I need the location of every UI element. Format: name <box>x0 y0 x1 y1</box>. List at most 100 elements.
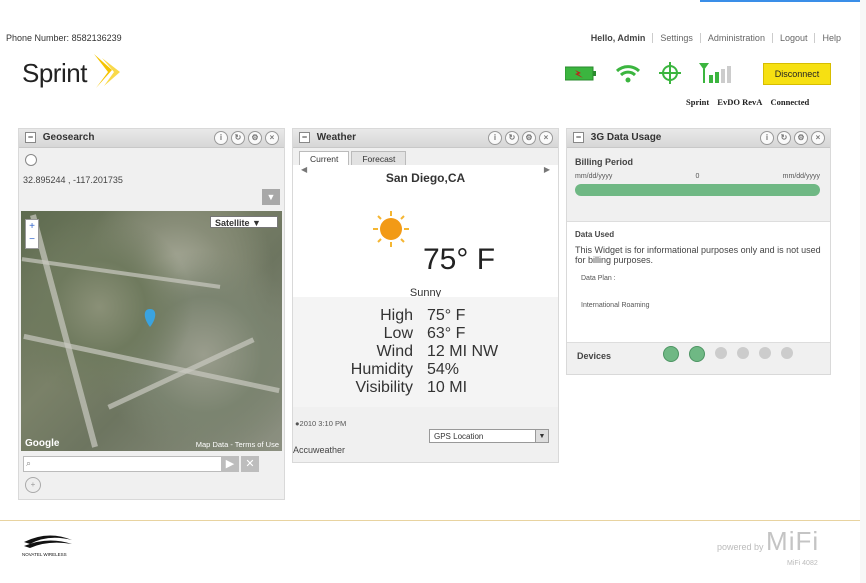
location-pin-icon[interactable] <box>143 309 157 327</box>
settings-icon[interactable]: ⚙ <box>794 131 808 145</box>
device-inactive-icon <box>715 347 727 359</box>
city-name: San Diego,CA <box>385 171 466 185</box>
satellite-map[interactable]: + − Satellite ▼ Google Map Data - Terms o… <box>21 211 282 451</box>
minimize-icon[interactable]: − <box>299 131 310 143</box>
geosearch-title: Geosearch <box>42 132 95 143</box>
detail-row: High 75° F <box>380 307 466 324</box>
devices-label: Devices <box>577 351 612 361</box>
roaming-label: International Roaming <box>581 302 650 309</box>
locate-icon[interactable] <box>25 154 37 166</box>
left-logo-text: NOVATEL WIRELESS <box>22 552 67 557</box>
geosearch-header: − Geosearch i ↻ ⚙ × <box>19 129 284 148</box>
logout-link[interactable]: Logout <box>771 33 815 43</box>
next-arrow-icon[interactable]: ▶ <box>544 165 550 174</box>
device-inactive-icon <box>759 347 771 359</box>
carrier-name: Sprint <box>686 97 710 107</box>
data-plan-label: Data Plan : <box>581 275 616 282</box>
minimize-icon[interactable]: − <box>25 131 36 143</box>
detail-row: Low 63° F <box>383 325 466 342</box>
billing-range: mm/dd/yyyy 0 mm/dd/yyyy <box>575 173 820 180</box>
settings-link[interactable]: Settings <box>652 33 700 43</box>
weather-header: − Weather i ↻ ⚙ × <box>293 129 558 148</box>
search-clear-button[interactable]: ✕ <box>241 456 259 472</box>
top-links: Hello, Admin Settings Administration Log… <box>584 33 848 43</box>
close-icon[interactable]: × <box>265 131 279 145</box>
info-icon[interactable]: i <box>760 131 774 145</box>
refresh-icon[interactable]: ↻ <box>231 131 245 145</box>
close-icon[interactable]: × <box>539 131 553 145</box>
temperature: 75° F <box>423 243 496 276</box>
wifi-icon <box>615 65 641 83</box>
prev-arrow-icon[interactable]: ◀ <box>301 165 307 174</box>
refresh-icon[interactable]: ↻ <box>505 131 519 145</box>
device-inactive-icon <box>737 347 749 359</box>
close-icon[interactable]: × <box>811 131 825 145</box>
device-inactive-icon <box>781 347 793 359</box>
search-icon: ⌕ <box>26 458 32 468</box>
detail-row: Visibility 10 MI <box>355 379 468 396</box>
billing-mid: 0 <box>695 173 700 180</box>
location-select-value: GPS Location <box>434 432 484 441</box>
tab-forecast[interactable]: Forecast <box>351 151 407 166</box>
model-number: MiFi 4082 <box>787 560 818 567</box>
search-go-button[interactable]: ▶ <box>221 456 239 472</box>
scrollbar[interactable] <box>860 0 866 583</box>
billing-label: Billing Period <box>575 157 634 167</box>
billing-period: Billing Period mm/dd/yyyy 0 mm/dd/yyyy <box>575 157 820 200</box>
weather-tabs: Current Forecast <box>299 151 408 166</box>
settings-icon[interactable]: ⚙ <box>248 131 262 145</box>
weather-panel: − Weather i ↻ ⚙ × Current Forecast ◀ ▶ S… <box>292 128 559 463</box>
top-accent-bar <box>700 0 866 2</box>
data-usage-panel: − 3G Data Usage i ↻ ⚙ × Billing Period m… <box>566 128 831 375</box>
network-type: EvDO RevA <box>717 97 763 107</box>
map-credit[interactable]: Map Data - Terms of Use <box>196 440 279 449</box>
billing-end: mm/dd/yyyy <box>782 173 820 180</box>
data-used-label: Data Used <box>575 230 615 239</box>
map-type-select[interactable]: Satellite ▼ <box>210 216 278 228</box>
weather-source[interactable]: Accuweather <box>293 445 345 455</box>
novatel-logo: NOVATEL WIRELESS <box>22 535 72 557</box>
google-logo: Google <box>25 438 60 449</box>
greeting: Hello, Admin <box>590 33 646 43</box>
data-usage-title: 3G Data Usage <box>590 132 662 143</box>
info-icon[interactable]: i <box>488 131 502 145</box>
signal-strength-icon <box>699 63 731 83</box>
location-select[interactable]: GPS Location ▼ <box>429 429 549 443</box>
sun-icon <box>373 211 409 247</box>
mifi-brand: powered by MiFi MiFi 4082 <box>717 526 820 567</box>
collapse-map-icon[interactable]: ▼ <box>262 189 280 205</box>
map-type-label: Satellite <box>215 218 250 228</box>
phone-label: Phone Number: <box>6 33 70 43</box>
device-icons <box>663 346 793 362</box>
info-icon[interactable]: i <box>214 131 228 145</box>
connection-status: Connected <box>770 97 810 107</box>
weather-title: Weather <box>316 132 357 143</box>
settings-icon[interactable]: ⚙ <box>522 131 536 145</box>
connection-info: Sprint EvDO RevA Connected <box>686 97 815 107</box>
chevron-down-icon: ▼ <box>535 430 548 442</box>
device-active-icon[interactable] <box>663 346 679 362</box>
device-active-icon[interactable] <box>689 346 705 362</box>
disconnect-button[interactable]: Disconnect <box>763 63 831 85</box>
data-usage-header: − 3G Data Usage i ↻ ⚙ × <box>567 129 830 148</box>
phone-value: 8582136239 <box>71 33 122 43</box>
battery-icon <box>565 66 596 81</box>
search-input[interactable]: ⌕ <box>23 456 223 472</box>
weather-details: High 75° F Low 63° F Wind 12 MI NW Humidity… <box>293 297 558 407</box>
weather-timestamp: ●2010 3:10 PM <box>295 419 347 428</box>
minimize-icon[interactable]: − <box>573 131 584 143</box>
data-used-section: Data Used This Widget is for information… <box>567 221 830 343</box>
add-icon[interactable]: + <box>25 477 41 493</box>
brand-small: powered by <box>717 542 764 552</box>
brand-big: MiFi <box>766 526 820 556</box>
zoom-control[interactable]: + − <box>25 219 39 249</box>
billing-start: mm/dd/yyyy <box>575 173 613 180</box>
gps-icon <box>659 62 681 84</box>
tab-current[interactable]: Current <box>299 151 350 166</box>
sprint-wing-icon <box>94 54 120 88</box>
administration-link[interactable]: Administration <box>699 33 772 43</box>
help-link[interactable]: Help <box>814 33 848 43</box>
status-icons <box>565 58 739 88</box>
phone-number: Phone Number: 8582136239 <box>6 33 122 43</box>
refresh-icon[interactable]: ↻ <box>777 131 791 145</box>
